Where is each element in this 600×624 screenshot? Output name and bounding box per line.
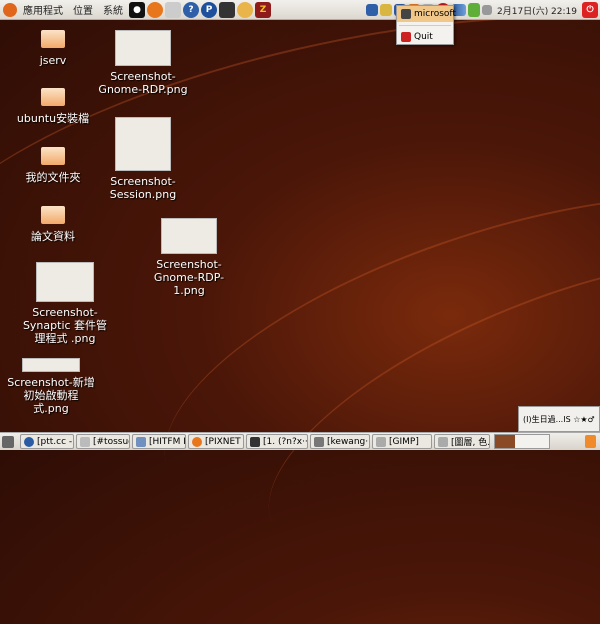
image-thumbnail — [36, 262, 94, 302]
task-ptt[interactable]: [ptt.cc - ··· — [20, 434, 74, 449]
icon-label: Screenshot-Synaptic 套件管理程式 .png — [22, 306, 108, 345]
desktop-icon-ubuntu[interactable]: ubuntu安裝檔 — [8, 88, 98, 125]
task-hitfm[interactable]: [HITFM F··· — [132, 434, 186, 449]
icon-label: Screenshot-Gnome-RDP.png — [98, 70, 188, 96]
icon-label: jserv — [39, 54, 67, 67]
chat-icon — [80, 436, 90, 447]
menu-places[interactable]: 位置 — [68, 2, 98, 17]
help-icon[interactable]: ? — [183, 1, 199, 18]
task-gimp[interactable]: [GIMP] — [372, 434, 432, 449]
gimp-icon — [438, 436, 448, 447]
volume-icon[interactable] — [482, 5, 492, 15]
app-icon[interactable]: ● — [129, 1, 145, 18]
monitor-icon — [401, 9, 411, 19]
menu-applications[interactable]: 應用程式 — [18, 2, 68, 17]
media-icon — [136, 436, 146, 447]
desktop-icon-synaptic[interactable]: Screenshot-Synaptic 套件管理程式 .png — [20, 262, 110, 345]
notification-popup[interactable]: (I)生日過...IS ☆★♂ — [518, 406, 600, 432]
top-panel: 應用程式 位置 系統 ● ? P Z 2月17日(六) 22:19 ⏻ — [0, 0, 600, 20]
notification-text: (I)生日過...IS ☆★♂ — [523, 414, 595, 424]
icon-label: Screenshot-新增初始啟動程式.png — [7, 376, 95, 415]
battery-icon[interactable] — [468, 3, 480, 17]
menu-item-label: microsoft — [414, 9, 456, 19]
clock[interactable]: 2月17日(六) 22:19 — [493, 4, 581, 17]
task-kewang[interactable]: [kewang··· — [310, 434, 370, 449]
icon-label: Screenshot-Gnome-RDP-1.png — [153, 258, 225, 297]
filezilla-icon[interactable]: Z — [255, 1, 271, 18]
desktop-icon-startup[interactable]: Screenshot-新增初始啟動程式.png — [6, 358, 96, 415]
rdp-tray-icon[interactable] — [366, 4, 378, 16]
image-thumbnail — [22, 358, 80, 372]
task-label: [GIMP] — [389, 436, 419, 447]
folder-icon — [41, 206, 65, 224]
menu-item-quit[interactable]: Quit — [397, 29, 453, 45]
show-desktop-icon[interactable] — [2, 435, 14, 448]
mail-icon[interactable] — [165, 1, 181, 18]
task-label: [#tossug] — [93, 436, 129, 447]
power-icon[interactable]: ⏻ — [582, 2, 598, 18]
quit-icon — [401, 32, 411, 42]
menu-item-label: Quit — [414, 32, 433, 42]
desktop-icon-documents[interactable]: 我的文件夾 — [8, 147, 98, 184]
task-tossug[interactable]: [#tossug] — [76, 434, 130, 449]
task-label: [HITFM F··· — [149, 436, 185, 447]
task-label: [圖層, 色... — [451, 438, 490, 448]
ubuntu-logo-icon[interactable] — [3, 2, 17, 17]
tray-menu: microsoft Quit — [396, 5, 456, 45]
image-thumbnail — [115, 30, 171, 66]
icon-label: 論文資料 — [31, 230, 75, 243]
firefox-icon — [192, 436, 202, 447]
app-icon — [250, 436, 260, 447]
terminal-icon — [314, 436, 324, 447]
icon-label: Screenshot-Session.png — [109, 175, 177, 201]
tray-icon[interactable] — [380, 4, 392, 16]
workspace-switcher[interactable] — [494, 434, 550, 449]
terminal-icon[interactable] — [219, 1, 235, 18]
desktop-icon-jserv[interactable]: jserv — [8, 30, 98, 67]
task-label: [ptt.cc - ··· — [37, 436, 73, 447]
menu-system[interactable]: 系統 — [98, 2, 128, 17]
pixnet-icon — [24, 436, 34, 447]
desktop-icon-session[interactable]: Screenshot-Session.png — [98, 117, 188, 201]
workspace-2[interactable] — [515, 435, 549, 448]
task-terminal[interactable]: [1. (?n?x··· — [246, 434, 308, 449]
image-thumbnail — [115, 117, 171, 171]
task-label: [1. (?n?x··· — [263, 436, 308, 447]
desktop-icon-gnome-rdp-1[interactable]: Screenshot-Gnome-RDP-1.png — [144, 218, 234, 297]
folder-icon — [41, 88, 65, 106]
pidgin-icon[interactable] — [237, 1, 253, 18]
menu-item-microsoft[interactable]: microsoft — [397, 6, 456, 22]
menu-separator — [399, 25, 451, 26]
task-label: [kewang··· — [327, 436, 370, 447]
icon-label: ubuntu安裝檔 — [16, 112, 90, 125]
task-gimp-layers[interactable]: [圖層, 色... — [434, 434, 490, 449]
trash-icon[interactable] — [585, 435, 596, 448]
icon-label: 我的文件夾 — [25, 171, 81, 184]
task-pixnet[interactable]: [PIXNET ... — [188, 434, 244, 449]
desktop-icon-thesis[interactable]: 論文資料 — [8, 206, 98, 243]
bottom-panel: [ptt.cc - ··· [#tossug] [HITFM F··· [PIX… — [0, 432, 600, 450]
workspace-1[interactable] — [495, 435, 515, 448]
task-label: [PIXNET ... — [205, 436, 243, 447]
image-thumbnail — [161, 218, 217, 254]
pixnet-icon[interactable]: P — [201, 1, 217, 18]
gimp-icon — [376, 436, 386, 447]
folder-icon — [41, 30, 65, 48]
desktop-icon-gnome-rdp[interactable]: Screenshot-Gnome-RDP.png — [98, 30, 188, 96]
firefox-icon[interactable] — [147, 1, 163, 18]
folder-icon — [41, 147, 65, 165]
